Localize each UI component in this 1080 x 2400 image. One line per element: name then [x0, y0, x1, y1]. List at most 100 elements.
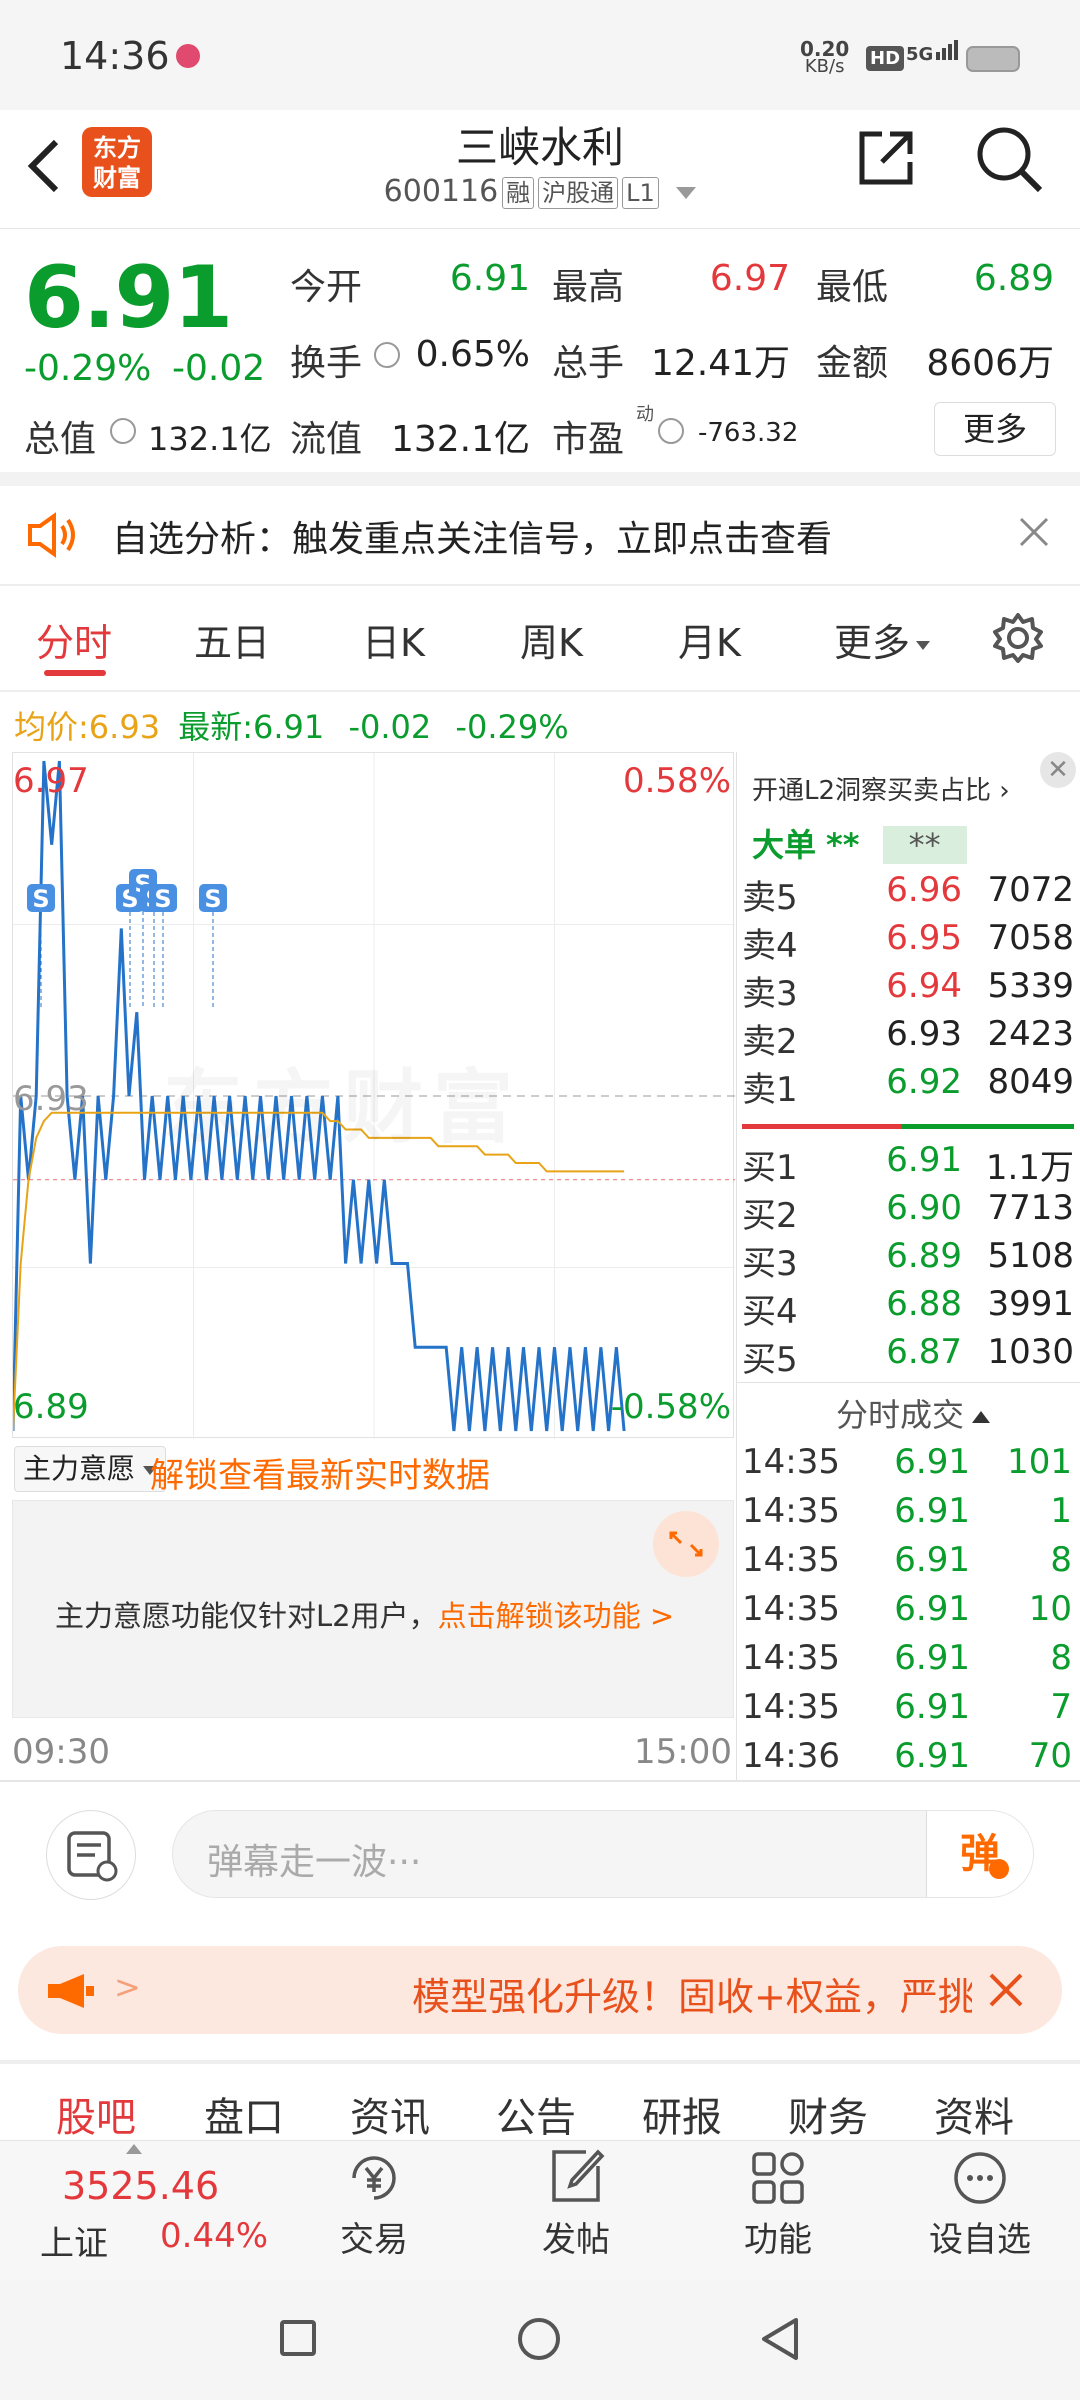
bid-row: 买4 6.88 3991 — [742, 1284, 1074, 1332]
danmaku-placeholder: 弹幕走一波··· — [207, 1842, 422, 1883]
share-icon[interactable] — [854, 126, 918, 190]
pe-value: -763.32 — [698, 418, 799, 448]
tab-announcements[interactable]: 公告 — [496, 2085, 576, 2143]
search-icon[interactable] — [974, 124, 1044, 194]
change-pct: -0.29% — [24, 348, 152, 389]
post-icon[interactable] — [546, 2146, 606, 2206]
divider — [0, 690, 1080, 692]
speaker-icon — [28, 512, 75, 558]
trade-row: 14:35 6.91 101 — [742, 1442, 1072, 1482]
high-value: 6.97 — [709, 258, 790, 299]
unlock-feature-link[interactable]: 点击解锁该功能 > — [438, 1599, 675, 1633]
dropdown-icon — [916, 641, 931, 650]
trade-row: 14:36 6.91 70 — [742, 1736, 1072, 1776]
tab-profile[interactable]: 资料 — [934, 2085, 1014, 2143]
ask-row: 卖4 6.95 7058 — [742, 918, 1074, 966]
trade-icon[interactable] — [344, 2148, 404, 2208]
nav-add-watchlist[interactable]: 设自选 — [900, 2212, 1060, 2261]
danmaku-toggle[interactable]: 弹 — [926, 1811, 1033, 1897]
pct-bottom-label: -0.58% — [610, 1387, 731, 1427]
svg-text:S: S — [32, 885, 49, 913]
trade-row: 14:35 6.91 7 — [742, 1687, 1072, 1727]
tab-news[interactable]: 资讯 — [350, 2085, 430, 2143]
stock-header: 东方 财富 三峡水利 600116 融沪股通 L1 — [0, 110, 1080, 229]
bid-row: 买1 6.91 1.1万 — [742, 1140, 1074, 1188]
app-notification-icon — [176, 44, 200, 68]
low-label: 最低 — [816, 267, 889, 308]
expand-icon — [669, 1531, 703, 1557]
danmaku-settings-icon — [67, 1831, 118, 1882]
svg-text:S: S — [204, 885, 221, 913]
megaphone-icon — [48, 1974, 94, 2008]
sell-marker: S — [199, 884, 227, 1007]
nav-post[interactable]: 发帖 — [496, 2212, 656, 2261]
index-pct: 0.44% — [160, 2216, 269, 2256]
add-watchlist-icon[interactable] — [950, 2148, 1010, 2208]
bid-row: 买3 6.89 5108 — [742, 1236, 1074, 1284]
back-nav-button[interactable] — [758, 2316, 802, 2362]
nav-trade[interactable]: 交易 — [294, 2212, 454, 2261]
info-icon[interactable] — [374, 342, 400, 368]
chart-watermark: 东方财富 — [163, 1043, 523, 1159]
danmaku-input[interactable]: 弹幕走一波··· 弹 — [172, 1810, 1034, 1898]
info-icon[interactable] — [110, 418, 136, 444]
close-button[interactable]: ✕ — [1040, 752, 1076, 788]
tab-handicap[interactable]: 盘口 — [204, 2085, 284, 2143]
tab-weekly-k[interactable]: 周K — [520, 612, 583, 667]
recents-button[interactable] — [280, 2320, 316, 2356]
float-label: 流值 — [290, 419, 363, 460]
analysis-banner[interactable]: 自选分析：触发重点关注信号，立即点击查看 — [0, 486, 1080, 582]
turnover-label: 换手 — [290, 343, 363, 384]
svg-text:S: S — [154, 885, 171, 913]
tab-monthly-k[interactable]: 月K — [678, 612, 741, 667]
turnover-value: 0.65% — [415, 334, 530, 375]
settings-icon[interactable] — [990, 610, 1046, 666]
stock-code-row[interactable]: 600116 融沪股通 L1 — [0, 174, 1080, 209]
danmaku-settings-button[interactable] — [46, 1810, 136, 1900]
tab-research[interactable]: 研报 — [642, 2085, 722, 2143]
expand-button[interactable] — [653, 1511, 719, 1577]
trade-row: 14:35 6.91 1 — [742, 1491, 1072, 1531]
tab-finance[interactable]: 财务 — [788, 2085, 868, 2143]
sell-marker: S — [149, 884, 177, 1007]
current-price: 6.91 — [24, 248, 233, 348]
tab-guba[interactable]: 股吧 — [56, 2085, 136, 2143]
info-icon[interactable] — [658, 418, 684, 444]
promo-banner[interactable]: > 模型强化升级！固收+权益，严挑 — [18, 1946, 1062, 2034]
volume-label: 总手 — [552, 343, 625, 384]
open-label: 今开 — [290, 267, 363, 308]
tab-more[interactable]: 更多 — [834, 612, 931, 667]
check-badge-icon — [989, 1859, 1009, 1879]
close-icon[interactable] — [986, 1970, 1026, 2010]
unlock-link[interactable]: 解锁查看最新实时数据 — [150, 1448, 490, 1497]
close-icon[interactable] — [1018, 516, 1050, 548]
tab-intraday[interactable]: 分时 — [36, 612, 112, 667]
divider — [0, 2060, 1080, 2064]
index-arrow-icon — [126, 2144, 142, 2154]
index-value[interactable]: 3525.46 — [62, 2164, 219, 2208]
tag-level: L1 — [622, 177, 659, 209]
tab-underline — [44, 670, 106, 676]
l2-promo[interactable]: 开通L2洞察买卖占比 › — [752, 770, 1010, 807]
trade-row: 14:35 6.91 8 — [742, 1638, 1072, 1678]
divider — [0, 1780, 1080, 1782]
tab-5day[interactable]: 五日 — [194, 612, 270, 667]
pe-sup: 动 — [636, 404, 654, 425]
function-icon[interactable] — [748, 2148, 808, 2208]
intraday-chart[interactable]: SSSSSS 6.97 0.58% 6.93 6.89 -0.58% 东方财富 — [12, 752, 735, 1439]
more-button[interactable]: 更多 — [934, 402, 1056, 456]
tab-daily-k[interactable]: 日K — [362, 612, 425, 667]
y-bottom-label: 6.89 — [13, 1387, 89, 1427]
trade-row: 14:35 6.91 8 — [742, 1540, 1072, 1580]
home-button[interactable] — [518, 2318, 560, 2360]
trades-title[interactable]: 分时成交 — [836, 1390, 991, 1436]
banner-text: 自选分析：触发重点关注信号，立即点击查看 — [112, 519, 833, 560]
change-amount: -0.02 — [172, 348, 266, 389]
chevron-right-icon: › — [999, 776, 1010, 806]
nav-function[interactable]: 功能 — [698, 2212, 858, 2261]
main-force-dropdown[interactable]: 主力意愿 — [14, 1446, 167, 1492]
mktcap-label: 总值 — [24, 419, 97, 460]
open-value: 6.91 — [449, 258, 530, 299]
chart-legend: 均价:6.93 最新:6.91 -0.02 -0.29% — [14, 708, 569, 746]
status-time: 14:36 — [60, 34, 170, 78]
